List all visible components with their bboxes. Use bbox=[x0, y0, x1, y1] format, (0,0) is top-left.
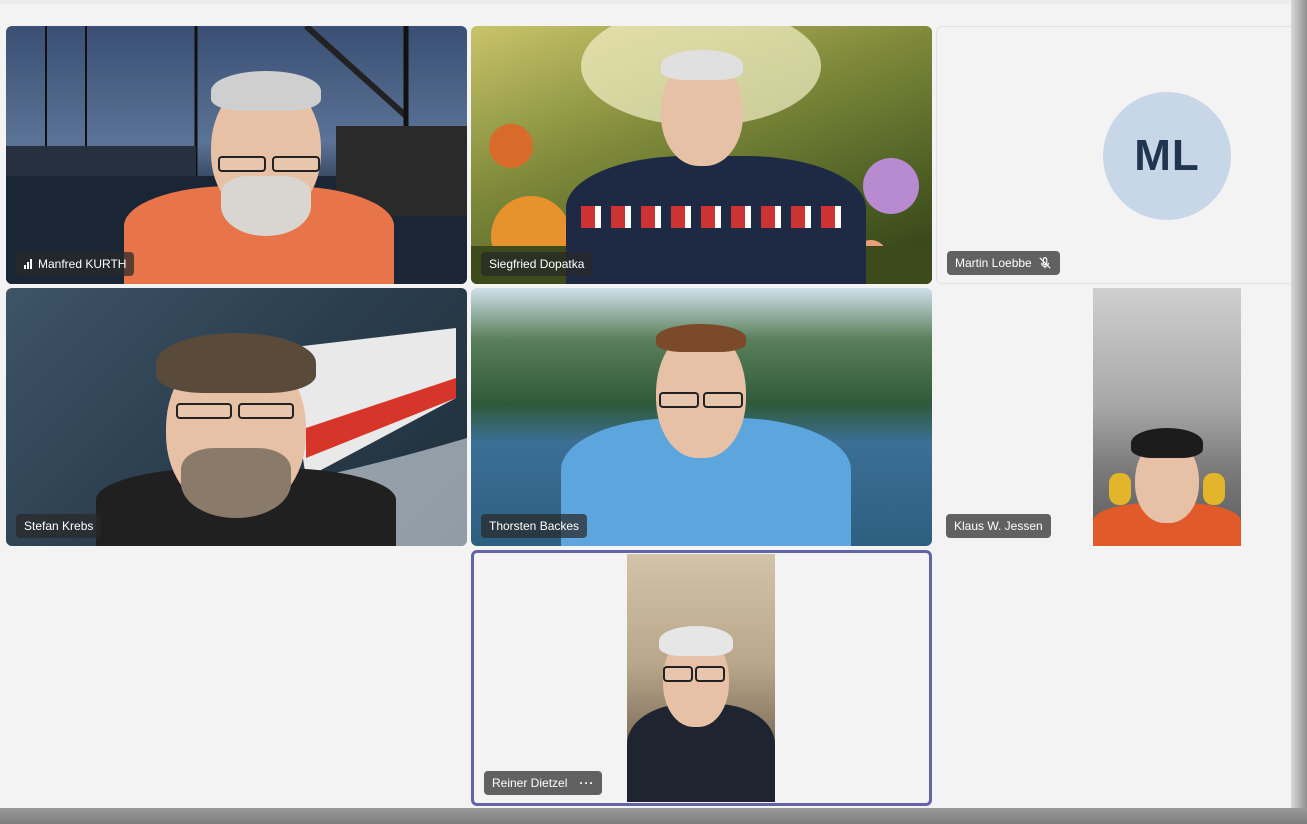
participant-video bbox=[627, 554, 775, 802]
participant-video bbox=[1093, 288, 1241, 546]
avatar: ML bbox=[1103, 92, 1231, 220]
video-tile-stefan-krebs[interactable]: Stefan Krebs bbox=[6, 288, 467, 546]
person-hair bbox=[656, 324, 746, 352]
window-right-edge bbox=[1291, 0, 1307, 824]
video-tile-martin-loebbe[interactable]: ML Martin Loebbe bbox=[936, 26, 1307, 284]
glasses bbox=[663, 666, 693, 682]
video-tile-thorsten-backes[interactable]: Thorsten Backes bbox=[471, 288, 932, 546]
person-beard bbox=[221, 176, 311, 236]
window-top-edge bbox=[0, 0, 1291, 4]
participant-name: Siegfried Dopatka bbox=[489, 257, 585, 271]
name-tag: Stefan Krebs bbox=[16, 514, 102, 538]
person-hair bbox=[661, 50, 743, 80]
glasses bbox=[272, 156, 320, 172]
participant-name: Reiner Dietzel bbox=[492, 776, 568, 790]
participant-name: Martin Loebbe bbox=[955, 256, 1032, 270]
video-tile-siegfried-dopatka[interactable]: Siegfried Dopatka bbox=[471, 26, 932, 284]
participant-name: Manfred KURTH bbox=[38, 257, 127, 271]
participant-name: Thorsten Backes bbox=[489, 519, 580, 533]
glasses bbox=[703, 392, 743, 408]
sweater-pattern bbox=[581, 206, 851, 228]
ear-defender bbox=[1203, 473, 1225, 505]
video-tile-manfred-kurth[interactable]: Manfred KURTH bbox=[6, 26, 467, 284]
name-tag: Reiner Dietzel ··· bbox=[484, 771, 603, 795]
video-tile-reiner-dietzel[interactable]: Reiner Dietzel ··· bbox=[471, 550, 932, 806]
glasses bbox=[218, 156, 266, 172]
glasses bbox=[238, 403, 294, 419]
ear-defender bbox=[1109, 473, 1131, 505]
participant-name: Klaus W. Jessen bbox=[954, 519, 1043, 533]
signal-bars-icon bbox=[24, 259, 32, 269]
video-tile-klaus-jessen[interactable]: Klaus W. Jessen bbox=[936, 288, 1291, 546]
more-options-button[interactable]: ··· bbox=[579, 771, 594, 795]
name-tag: Siegfried Dopatka bbox=[481, 252, 593, 276]
beanie bbox=[1131, 428, 1203, 458]
person-hair bbox=[211, 71, 321, 111]
participant-name: Stefan Krebs bbox=[24, 519, 94, 533]
person-beard bbox=[181, 448, 291, 518]
glasses bbox=[176, 403, 232, 419]
glasses bbox=[659, 392, 699, 408]
person-hair bbox=[659, 626, 733, 656]
name-tag: Thorsten Backes bbox=[481, 514, 588, 538]
person-hair bbox=[156, 333, 316, 393]
mic-muted-icon bbox=[1039, 257, 1051, 269]
name-tag: Martin Loebbe bbox=[947, 251, 1060, 275]
glasses bbox=[695, 666, 725, 682]
name-tag: Klaus W. Jessen bbox=[946, 514, 1051, 538]
name-tag: Manfred KURTH bbox=[16, 252, 135, 276]
window-bottom-edge bbox=[0, 808, 1307, 824]
